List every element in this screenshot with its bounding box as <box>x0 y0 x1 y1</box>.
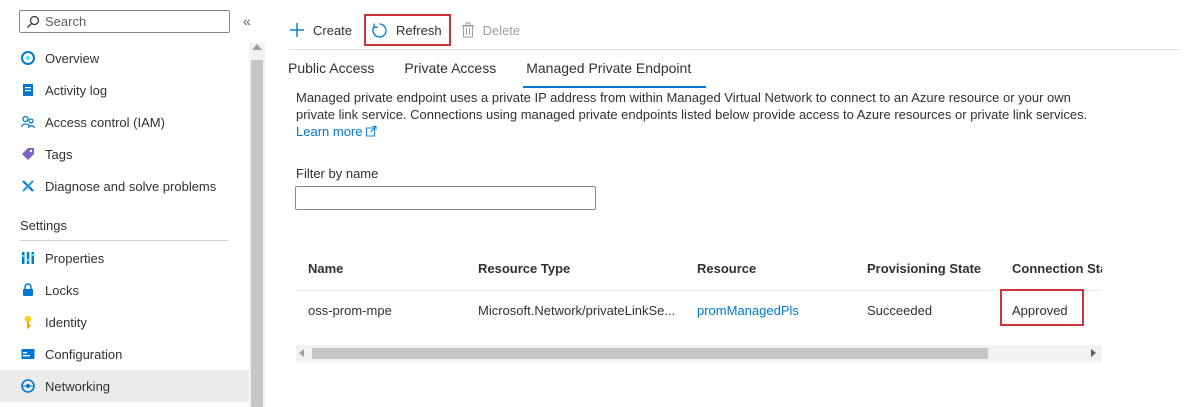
search-input[interactable] <box>45 14 215 29</box>
column-header-name[interactable]: Name <box>308 261 343 276</box>
divider <box>289 49 1180 50</box>
sidebar-item-properties[interactable]: Properties <box>0 242 249 274</box>
settings-heading: Settings <box>20 218 67 233</box>
scroll-up-arrow-icon[interactable] <box>252 44 262 50</box>
identity-icon <box>20 314 36 330</box>
lock-icon <box>20 282 36 298</box>
sidebar-item-access-control[interactable]: Access control (IAM) <box>0 106 249 138</box>
sidebar-item-label: Activity log <box>45 82 108 98</box>
learn-more-link[interactable]: Learn more <box>296 124 377 139</box>
trash-icon <box>461 22 475 38</box>
sidebar-item-label: Networking <box>45 378 111 394</box>
scroll-right-arrow-icon[interactable] <box>1091 349 1096 357</box>
sidebar-scrollbar[interactable] <box>249 42 265 407</box>
divider <box>296 290 1102 291</box>
cell-provisioning-state: Succeeded <box>867 303 933 318</box>
delete-button[interactable]: Delete <box>461 14 521 46</box>
tag-icon <box>20 146 36 162</box>
endpoints-table: Name Resource Type Resource Provisioning… <box>296 248 1102 344</box>
iam-icon <box>20 114 36 130</box>
properties-icon <box>20 250 36 266</box>
scroll-thumb[interactable] <box>251 60 263 407</box>
plus-icon <box>289 22 305 38</box>
cell-resource-type: Microsoft.Network/privateLinkSe... <box>478 303 676 318</box>
sidebar-item-label: Access control (IAM) <box>45 114 165 130</box>
refresh-label: Refresh <box>396 22 442 38</box>
table-horizontal-scrollbar[interactable] <box>296 345 1102 362</box>
sidebar-item-label: Locks <box>45 282 79 298</box>
description: Managed private endpoint uses a private … <box>296 89 1096 141</box>
activity-log-icon <box>20 82 36 98</box>
sidebar-item-locks[interactable]: Locks <box>0 274 249 306</box>
sidebar-item-networking[interactable]: Networking <box>0 370 249 402</box>
overview-icon <box>20 50 36 66</box>
column-header-resource-type[interactable]: Resource Type <box>478 261 570 276</box>
sidebar-item-overview[interactable]: Overview <box>0 42 249 74</box>
networking-icon <box>20 378 36 394</box>
sidebar-item-label: Overview <box>45 50 100 66</box>
command-bar: Create Refresh Delete <box>289 14 530 46</box>
cell-name: oss-prom-mpe <box>308 303 392 318</box>
filter-by-name-input[interactable] <box>295 186 596 210</box>
configuration-icon <box>20 346 36 362</box>
sidebar-item-identity[interactable]: Identity <box>0 306 249 338</box>
column-header-provisioning-state[interactable]: Provisioning State <box>867 261 981 276</box>
collapse-sidebar-icon[interactable]: « <box>243 13 251 29</box>
sidebar: « Overview Activity log Access control (… <box>0 0 265 407</box>
description-text: Managed private endpoint uses a private … <box>296 90 1088 122</box>
highlight-box <box>1000 289 1084 326</box>
search-box[interactable] <box>19 10 230 33</box>
cell-resource-link[interactable]: promManagedPls <box>697 303 799 318</box>
sidebar-item-activity-log[interactable]: Activity log <box>0 74 249 106</box>
create-button[interactable]: Create <box>289 14 352 46</box>
refresh-button[interactable]: Refresh <box>364 14 451 46</box>
diagnose-icon <box>20 178 36 194</box>
tab-managed-private-endpoint[interactable]: Managed Private Endpoint <box>523 60 707 88</box>
tab-bar: Public Access Private Access Managed Pri… <box>288 60 721 88</box>
scroll-thumb[interactable] <box>312 348 988 359</box>
create-label: Create <box>313 22 353 38</box>
divider <box>20 240 228 241</box>
column-header-resource[interactable]: Resource <box>697 261 756 276</box>
tab-public-access[interactable]: Public Access <box>288 60 374 86</box>
scroll-left-arrow-icon[interactable] <box>299 349 304 357</box>
sidebar-item-label: Diagnose and solve problems <box>45 178 217 194</box>
sidebar-item-label: Properties <box>45 250 105 266</box>
learn-more-label: Learn more <box>296 124 363 139</box>
tab-private-access[interactable]: Private Access <box>404 60 496 86</box>
sidebar-item-label: Identity <box>45 314 87 330</box>
sidebar-item-diagnose[interactable]: Diagnose and solve problems <box>0 170 249 202</box>
delete-label: Delete <box>482 22 521 38</box>
column-header-connection-state[interactable]: Connection Sta <box>1012 261 1102 276</box>
filter-label: Filter by name <box>296 166 379 181</box>
search-icon <box>26 15 40 29</box>
sidebar-item-label: Tags <box>45 146 73 162</box>
external-link-icon <box>366 124 377 141</box>
refresh-icon <box>371 22 388 39</box>
sidebar-item-tags[interactable]: Tags <box>0 138 249 170</box>
sidebar-item-configuration[interactable]: Configuration <box>0 338 249 370</box>
sidebar-item-label: Configuration <box>45 346 123 362</box>
